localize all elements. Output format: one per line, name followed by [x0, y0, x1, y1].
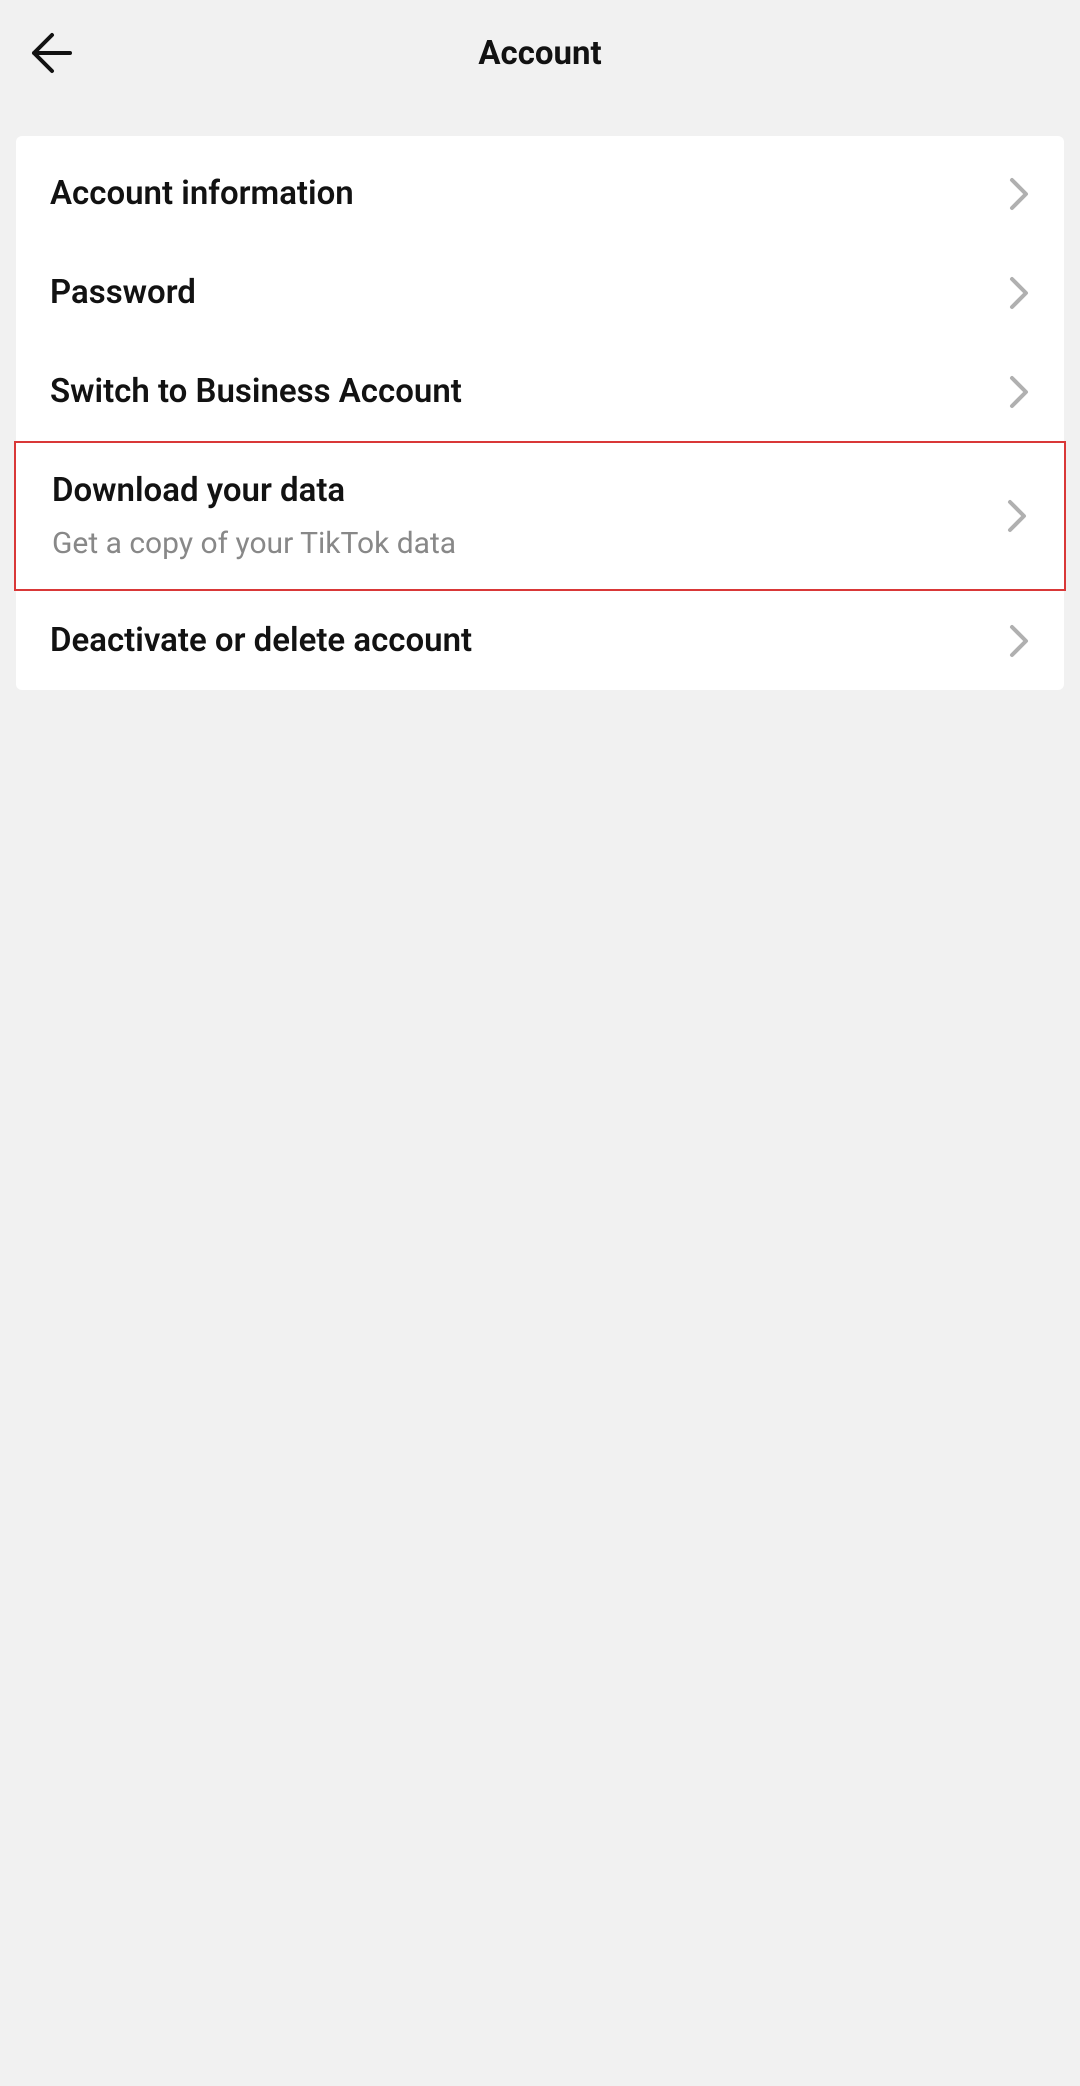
- list-item-title: Switch to Business Account: [50, 372, 462, 411]
- deactivate-delete-account-item[interactable]: Deactivate or delete account: [16, 591, 1064, 690]
- arrow-left-icon: [30, 31, 74, 75]
- list-item-content: Download your data Get a copy of your Ti…: [52, 471, 456, 561]
- chevron-right-icon: [1008, 176, 1030, 212]
- list-item-title: Password: [50, 273, 196, 312]
- chevron-right-icon: [1006, 498, 1028, 534]
- chevron-right-icon: [1008, 374, 1030, 410]
- chevron-right-icon: [1008, 275, 1030, 311]
- list-item-content: Account information: [50, 174, 354, 213]
- list-item-title: Account information: [50, 174, 354, 213]
- header: Account: [0, 0, 1080, 106]
- download-your-data-item[interactable]: Download your data Get a copy of your Ti…: [14, 441, 1066, 591]
- list-item-content: Deactivate or delete account: [50, 621, 472, 660]
- list-item-title: Download your data: [52, 471, 456, 510]
- list-item-content: Switch to Business Account: [50, 372, 462, 411]
- list-item-subtitle: Get a copy of your TikTok data: [52, 526, 456, 561]
- list-item-title: Deactivate or delete account: [50, 621, 472, 660]
- password-item[interactable]: Password: [16, 243, 1064, 342]
- list-item-content: Password: [50, 273, 196, 312]
- settings-card: Account information Password Switch to B…: [16, 136, 1064, 690]
- back-button[interactable]: [30, 31, 74, 75]
- account-information-item[interactable]: Account information: [16, 144, 1064, 243]
- switch-business-account-item[interactable]: Switch to Business Account: [16, 342, 1064, 441]
- chevron-right-icon: [1008, 623, 1030, 659]
- page-title: Account: [30, 34, 1050, 73]
